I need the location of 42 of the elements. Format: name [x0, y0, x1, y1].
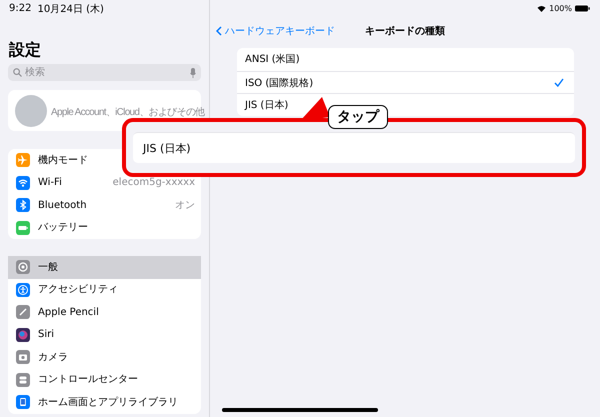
microphone-icon[interactable]	[190, 68, 196, 78]
sidebar-item[interactable]: 一般	[8, 256, 201, 278]
item-label: コントロールセンター	[38, 374, 139, 386]
sidebar-item[interactable]: コントロールセンター	[8, 368, 201, 391]
avatar	[15, 94, 47, 126]
keyboard-type-option[interactable]: ANSI (米国)	[237, 48, 574, 71]
back-button[interactable]: ハードウェアキーボード	[216, 24, 335, 38]
sidebar-item[interactable]: Wi-Fi elecom5g-xxxxx	[8, 172, 201, 194]
search-icon	[13, 68, 22, 77]
sidebar-item[interactable]: Siri	[8, 324, 201, 346]
sidebar-item[interactable]: ホーム画面とアプリライブラリ	[8, 391, 201, 414]
sidebar-item[interactable]: バッテリー	[8, 216, 201, 239]
page-title: 設定	[9, 40, 42, 60]
item-label: 一般	[38, 262, 59, 273]
item-label: バッテリー	[38, 222, 89, 234]
item-label: 機内モード	[38, 154, 89, 166]
item-value: elecom5g-xxxxx	[112, 177, 195, 188]
item-label: アクセシビリティ	[38, 284, 119, 296]
keyboard-type-option[interactable]: ISO (国際規格)	[237, 70, 574, 94]
checkmark-icon	[554, 78, 564, 88]
item-label: Wi-Fi	[38, 177, 63, 188]
status-date: 10月24日 (木)	[37, 2, 104, 16]
sidebar-item[interactable]: Bluetooth オン	[8, 194, 201, 216]
item-label: Siri	[38, 329, 56, 340]
sidebar-item[interactable]: アクセシビリティ	[8, 278, 201, 301]
battery-icon	[575, 5, 590, 12]
item-label: Bluetooth	[38, 200, 88, 211]
search-field[interactable]: 検索	[8, 64, 201, 81]
item-value: オン	[175, 200, 195, 211]
battery-percentage: 100%	[549, 4, 572, 13]
nav-title: キーボードの種類	[365, 24, 445, 38]
status-time: 9:22	[9, 3, 32, 14]
sidebar-item[interactable]: カメラ	[8, 346, 201, 368]
item-label: ホーム画面とアプリライブラリ	[38, 396, 179, 408]
wifi-icon	[537, 5, 546, 12]
chevron-left-icon	[216, 26, 222, 36]
item-label: Apple Pencil	[38, 306, 100, 318]
item-label: カメラ	[38, 352, 69, 363]
search-input[interactable]: 検索	[25, 67, 187, 78]
zoomed-option: JIS (日本)	[133, 132, 575, 163]
tap-callout: タップ	[328, 105, 388, 129]
sidebar-item[interactable]: Apple Pencil	[8, 301, 201, 324]
